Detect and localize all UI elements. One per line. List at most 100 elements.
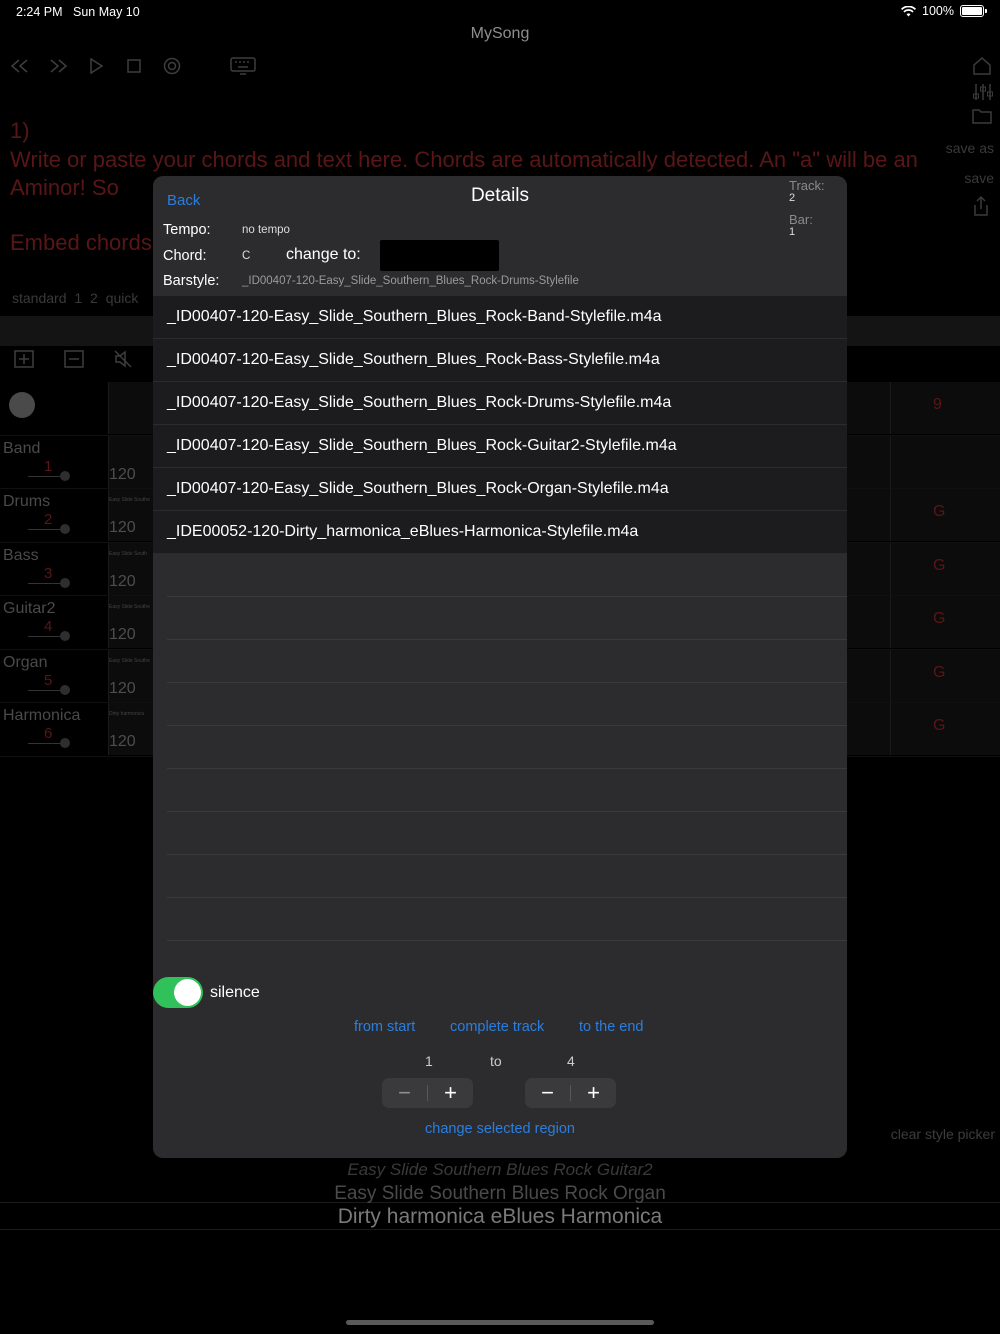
- tempo-label: Tempo:: [163, 222, 211, 238]
- stylefile-item[interactable]: _ID00407-120-Easy_Slide_Southern_Blues_R…: [153, 425, 847, 468]
- save-button[interactable]: save: [964, 170, 994, 186]
- range-to-label: to: [490, 1053, 502, 1069]
- barstyle-label: Barstyle:: [163, 273, 220, 289]
- empty-row: [167, 683, 847, 726]
- stylefile-item[interactable]: _ID00407-120-Easy_Slide_Southern_Blues_R…: [153, 296, 847, 339]
- track-number: 3: [44, 564, 53, 582]
- decrement-icon[interactable]: −: [525, 1078, 570, 1108]
- track-bpm: 120: [109, 626, 136, 643]
- track-info-value: 2: [789, 192, 796, 204]
- track-number: 6: [44, 725, 53, 742]
- track-chord: G: [933, 717, 946, 734]
- status-time: 2:24 PM Sun May 10: [16, 5, 140, 19]
- track-bpm: 120: [109, 679, 136, 697]
- empty-row: [167, 898, 847, 941]
- empty-row: [167, 640, 847, 683]
- from-start-button[interactable]: from start: [354, 1019, 415, 1035]
- mute-icon[interactable]: [114, 350, 136, 368]
- track-number: 5: [44, 671, 53, 689]
- track-style-label: Easy Slide Southe: [109, 497, 150, 503]
- record-loop-icon[interactable]: [162, 56, 182, 76]
- track-controls: [14, 350, 136, 368]
- wifi-icon: [901, 5, 917, 16]
- chord-label: Chord:: [163, 248, 207, 264]
- style-picker-option[interactable]: Easy Slide Southern Blues Rock Organ: [0, 1183, 1000, 1205]
- record-button[interactable]: [9, 392, 35, 418]
- home-indicator: [346, 1320, 654, 1325]
- track-info: Track: 2: [789, 179, 825, 205]
- stylefile-item[interactable]: _ID00407-120-Easy_Slide_Southern_Blues_R…: [153, 382, 847, 425]
- mixer-icon[interactable]: [972, 82, 994, 104]
- style-picker-option[interactable]: Easy Slide Southern Blues Rock Guitar2: [0, 1160, 1000, 1180]
- increment-icon[interactable]: +: [428, 1078, 473, 1108]
- decrement-icon[interactable]: −: [382, 1078, 427, 1108]
- stylefile-item[interactable]: _ID00407-120-Easy_Slide_Southern_Blues_R…: [153, 468, 847, 511]
- empty-row: [167, 597, 847, 640]
- track-style-label: Easy Slide South: [109, 550, 148, 557]
- change-to-field[interactable]: [380, 240, 499, 271]
- track-cell: G: [890, 649, 1000, 702]
- track-style-label: Easy Slide Southe: [109, 604, 150, 610]
- track-volume-slider[interactable]: [28, 524, 70, 534]
- track-number: 1: [44, 457, 53, 475]
- folder-icon[interactable]: [972, 108, 994, 130]
- track-cell: [890, 435, 1000, 488]
- track-chord: G: [933, 663, 946, 681]
- style-picker-selected[interactable]: Dirty harmonica eBlues Harmonica: [0, 1205, 1000, 1229]
- play-icon[interactable]: [86, 56, 106, 76]
- track-bpm: 120: [109, 465, 136, 483]
- track-cell: G: [890, 542, 1000, 595]
- add-track-icon[interactable]: [14, 350, 36, 368]
- complete-track-button[interactable]: complete track: [450, 1019, 544, 1035]
- range-start-stepper: − +: [382, 1078, 473, 1108]
- track-cell: G: [890, 596, 1000, 648]
- clear-style-picker-button[interactable]: clear style picker: [891, 1126, 995, 1142]
- track-style-label: Dirty harmonica: [109, 711, 145, 717]
- bar-info-label: Bar:: [789, 212, 813, 227]
- editor-line-number: 1): [10, 118, 30, 143]
- track-number: 4: [44, 618, 53, 635]
- range-end-value: 4: [567, 1053, 575, 1069]
- silence-toggle[interactable]: [153, 977, 203, 1008]
- details-modal: Back Details Track: 2 Bar: 1 Tempo: no tem…: [153, 176, 847, 1158]
- bar-info-value: 1: [789, 226, 796, 238]
- bar-info: Bar: 1: [789, 213, 813, 239]
- track-chord: G: [933, 556, 946, 574]
- picker-divider: [0, 1229, 1000, 1230]
- save-as-button[interactable]: save as: [946, 140, 994, 156]
- track-name: Organ: [3, 653, 48, 671]
- track-bpm: 120: [109, 519, 136, 536]
- track-volume-slider[interactable]: [28, 470, 70, 481]
- track-cell: G: [890, 489, 1000, 541]
- fast-forward-icon[interactable]: [48, 56, 68, 76]
- transport-toolbar: [10, 56, 256, 76]
- track-volume-slider[interactable]: [28, 631, 70, 641]
- rewind-icon[interactable]: [10, 56, 30, 76]
- track-name: Harmonica: [3, 707, 81, 724]
- battery-icon: [960, 5, 987, 17]
- section-tabs: standard 1 2 quick: [12, 290, 139, 306]
- to-the-end-button[interactable]: to the end: [579, 1019, 644, 1035]
- app-title: MySong: [470, 25, 530, 42]
- track-chord: 9: [933, 396, 942, 413]
- battery-percent: 100%: [922, 4, 954, 18]
- track-bpm: 120: [109, 733, 136, 750]
- stylefile-item[interactable]: _ID00407-120-Easy_Slide_Southern_Blues_R…: [153, 339, 847, 382]
- track-volume-slider[interactable]: [28, 738, 70, 748]
- change-to-label: change to:: [286, 246, 361, 263]
- stylefile-list: _ID00407-120-Easy_Slide_Southern_Blues_R…: [153, 296, 847, 941]
- share-icon[interactable]: [972, 195, 994, 218]
- remove-track-icon[interactable]: [64, 350, 86, 368]
- empty-row: [167, 855, 847, 898]
- track-volume-slider[interactable]: [28, 684, 70, 695]
- range-start-value: 1: [425, 1053, 433, 1069]
- track-volume-slider[interactable]: [28, 577, 70, 588]
- stop-icon[interactable]: [124, 56, 144, 76]
- stylefile-item[interactable]: _IDE00052-120-Dirty_harmonica_eBlues-Har…: [153, 511, 847, 554]
- keyboard-icon[interactable]: [230, 56, 256, 76]
- change-selected-region-button[interactable]: change selected region: [153, 1121, 847, 1137]
- track-info-label: Track:: [789, 178, 825, 193]
- editor-embed-text: Embed chords: [10, 230, 152, 255]
- increment-icon[interactable]: +: [571, 1078, 616, 1108]
- home-icon[interactable]: [972, 56, 994, 78]
